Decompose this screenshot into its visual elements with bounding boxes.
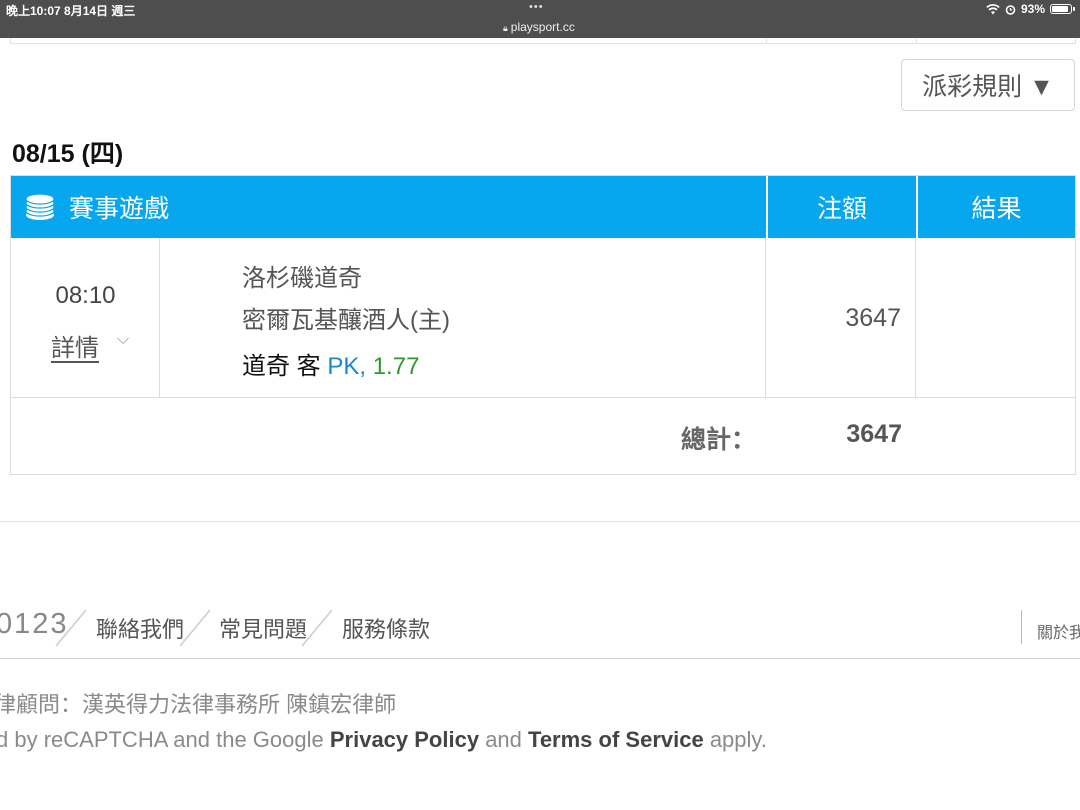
slash-divider <box>179 609 211 647</box>
privacy-policy-link[interactable]: Privacy Policy <box>330 727 479 752</box>
previous-table-edge <box>10 38 1076 44</box>
bets-table: 賽事遊戲 注額 結果 08:10 詳情 ⌵ 洛杉磯道奇 密爾瓦基釀酒人(主) 道… <box>10 175 1076 475</box>
divider <box>0 521 1080 522</box>
table-header: 賽事遊戲 注額 結果 <box>11 176 1075 238</box>
recaptcha-and: and <box>479 727 529 752</box>
footer-link-contact[interactable]: 聯絡我們 <box>96 612 184 644</box>
footer-divider <box>0 658 1080 659</box>
footer-link-terms[interactable]: 服務條款 <box>342 612 430 644</box>
alarm-icon <box>1005 4 1016 15</box>
slash-divider <box>55 609 87 647</box>
header-game-label: 賽事遊戲 <box>69 195 170 223</box>
slash-divider <box>301 609 333 647</box>
recaptcha-prefix: d by reCAPTCHA and the Google <box>0 727 330 752</box>
header-result: 結果 <box>916 176 1075 238</box>
total-row: 總計： 3647 <box>11 398 1075 474</box>
time-cell: 08:10 詳情 ⌵ <box>11 238 160 398</box>
home-team: 密爾瓦基釀酒人(主) <box>242 307 450 334</box>
status-indicators: 93% <box>986 2 1075 16</box>
bet-amount: 3647 <box>845 304 901 332</box>
pick-team: 道奇 客 <box>242 353 321 380</box>
status-time-date: 晚上10:07 8月14日 週三 <box>6 4 136 18</box>
details-link[interactable]: 詳情 <box>51 328 99 363</box>
payout-rules-button[interactable]: 派彩規則 ▼ <box>901 59 1075 111</box>
recaptcha-suffix: apply. <box>703 727 767 752</box>
url-bar[interactable]: 🔒︎ playsport.cc <box>503 20 575 34</box>
chevron-down-icon[interactable]: ⌵ <box>117 331 129 349</box>
url-text: playsport.cc <box>510 20 575 34</box>
payout-rules-label: 派彩規則 ▼ <box>922 73 1054 101</box>
date-heading: 08/15 (四) <box>12 140 124 168</box>
total-amount: 3647 <box>846 420 902 448</box>
footer-right-divider <box>1021 610 1022 644</box>
footer-link-about[interactable]: 關於我 <box>1037 619 1080 643</box>
pick-type: PK, <box>327 353 367 380</box>
pick-line: 道奇 客 PK, 1.77 <box>242 346 419 381</box>
recaptcha-notice: d by reCAPTCHA and the Google Privacy Po… <box>0 727 767 753</box>
status-bar: 晚上10:07 8月14日 週三 ••• 🔒︎ playsport.cc 93% <box>0 0 1080 38</box>
away-team: 洛杉磯道奇 <box>242 265 362 292</box>
legal-advisor-text: 律顧問：漢英得力法律事務所 陳鎮宏律師 <box>0 692 397 717</box>
game-time: 08:10 <box>55 282 116 309</box>
battery-percent: 93% <box>1020 2 1045 16</box>
coins-icon <box>25 193 55 220</box>
terms-of-service-link[interactable]: Terms of Service <box>528 727 704 752</box>
battery-icon <box>1050 4 1075 14</box>
lock-icon: 🔒︎ <box>503 23 508 33</box>
header-bet: 注額 <box>766 176 916 238</box>
browser-menu-dots[interactable]: ••• <box>529 1 544 13</box>
footer-link-faq[interactable]: 常見問題 <box>219 612 307 644</box>
total-label: 總計： <box>680 426 756 454</box>
bet-cell: 3647 <box>766 238 916 398</box>
result-cell <box>916 238 1075 398</box>
header-game: 賽事遊戲 <box>11 176 766 238</box>
wifi-icon <box>986 3 1000 14</box>
pick-odds: 1.77 <box>372 353 420 380</box>
teams-cell: 洛杉磯道奇 密爾瓦基釀酒人(主) 道奇 客 PK, 1.77 <box>160 238 766 398</box>
